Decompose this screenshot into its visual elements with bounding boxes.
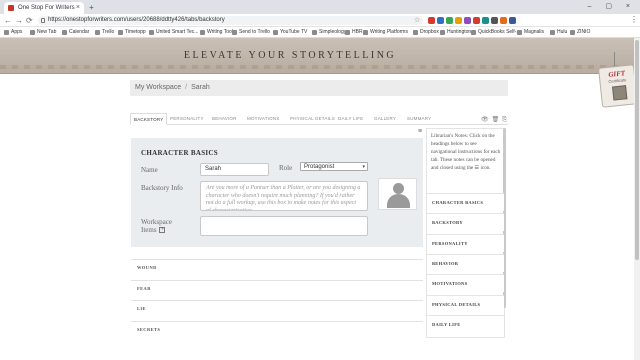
bookmark-item[interactable]: Timetopp bbox=[118, 27, 146, 38]
bookmarks-bar: Apps New Tab Calendar Trello Timetopp United … bbox=[0, 27, 640, 38]
back-icon[interactable]: ← bbox=[4, 16, 12, 25]
backstory-textarea[interactable]: Are you more of a Pantser than a Plotter… bbox=[200, 181, 368, 211]
breadcrumb-current: Sarah bbox=[191, 84, 210, 91]
extension-icon[interactable] bbox=[446, 17, 453, 24]
bookmark-item[interactable]: Hulu bbox=[550, 27, 567, 38]
bookmark-item[interactable]: Calendar bbox=[62, 27, 89, 38]
browser-tabstrip: One Stop For Writers × + – ▢ × bbox=[0, 0, 640, 14]
site-favicon-icon bbox=[8, 5, 14, 11]
new-tab-button[interactable]: + bbox=[87, 3, 96, 12]
bookmark-item[interactable]: Simpleology bbox=[312, 27, 346, 38]
delete-icon[interactable]: 🗑 bbox=[492, 117, 503, 123]
name-label: Name bbox=[141, 166, 158, 174]
bookmark-item[interactable]: Apps bbox=[4, 27, 22, 38]
reload-icon[interactable]: ⟳ bbox=[26, 16, 33, 25]
bookmark-item[interactable]: Huntington bbox=[440, 27, 471, 38]
sidebar-item-physical-details[interactable]: PHYSICAL DETAILS bbox=[427, 294, 504, 313]
view-icon[interactable]: 👁 bbox=[481, 117, 492, 123]
address-bar[interactable]: https://onestopforwriters.com/users/2068… bbox=[38, 16, 423, 25]
profile-tabs: BACKSTORY PERSONALITY BEHAVIOR MOTIVATIONS P… bbox=[130, 113, 508, 125]
extension-icon[interactable] bbox=[464, 17, 471, 24]
sidebar-item-daily-life[interactable]: DAILY LIFE bbox=[427, 314, 504, 333]
extension-icon[interactable] bbox=[455, 17, 462, 24]
forward-icon[interactable]: → bbox=[15, 16, 23, 25]
extension-icon[interactable] bbox=[509, 17, 516, 24]
tab-gallery[interactable]: GALLERY bbox=[374, 113, 396, 125]
backstory-label: Backstory Info bbox=[141, 184, 183, 192]
bookmark-item[interactable]: Magnalis bbox=[517, 27, 544, 38]
address-url: https://onestopforwriters.com/users/2068… bbox=[48, 17, 225, 23]
bookmark-item[interactable]: United Smart Tec... bbox=[149, 27, 198, 38]
extension-icon[interactable] bbox=[500, 17, 507, 24]
bookmark-item[interactable]: Dropbox bbox=[413, 27, 439, 38]
section-fear[interactable]: FEAR bbox=[131, 279, 423, 296]
bookmark-item[interactable]: Writing Tools bbox=[200, 27, 235, 38]
tab-summary[interactable]: SUMMARY bbox=[407, 113, 431, 125]
lock-icon bbox=[41, 18, 45, 23]
chevron-down-icon: ▾ bbox=[362, 164, 365, 170]
bookmark-item[interactable]: Trello bbox=[95, 27, 114, 38]
extension-icon[interactable] bbox=[473, 17, 480, 24]
extension-icon[interactable] bbox=[428, 17, 435, 24]
workspace-items-label: Workspace Items + bbox=[141, 218, 172, 234]
breadcrumb: My Workspace / Sarah bbox=[130, 80, 508, 96]
name-input[interactable]: Sarah bbox=[200, 163, 269, 176]
breadcrumb-separator: / bbox=[185, 84, 188, 91]
tab-daily-life[interactable]: DAILY LIFE bbox=[338, 113, 363, 125]
tab-backstory[interactable]: BACKSTORY bbox=[130, 113, 168, 125]
page-scrollbar-thumb[interactable] bbox=[635, 40, 639, 260]
extension-icon[interactable] bbox=[491, 17, 498, 24]
sidebar-item-character-basics[interactable]: CHARACTER BASICS bbox=[427, 193, 504, 211]
role-select[interactable]: Protagonist ▾ bbox=[300, 162, 368, 171]
tab-physical-details[interactable]: PHYSICAL DETAILS bbox=[290, 113, 335, 125]
avatar-head bbox=[393, 183, 404, 194]
sidebar-item-backstory[interactable]: BACKSTORY bbox=[427, 213, 504, 232]
section-secrets[interactable]: SECRETS bbox=[131, 320, 423, 337]
role-value: Protagonist bbox=[304, 164, 335, 170]
extension-icon[interactable] bbox=[437, 17, 444, 24]
browser-menu-icon[interactable]: ⋮ bbox=[630, 15, 638, 24]
breadcrumb-workspace-link[interactable]: My Workspace bbox=[135, 84, 181, 91]
bookmark-item[interactable]: Send to Trello bbox=[232, 27, 270, 38]
browser-toolbar: ← → ⟳ https://onestopforwriters.com/user… bbox=[0, 14, 640, 27]
bookmark-item[interactable]: New Tab bbox=[30, 27, 56, 38]
notes-toggle-icon[interactable]: ≡ bbox=[418, 128, 422, 135]
section-lie[interactable]: LIE bbox=[131, 300, 423, 316]
sidebar-item-motivations[interactable]: MOTIVATIONS bbox=[427, 274, 504, 293]
copy-icon[interactable]: ⎘ bbox=[502, 117, 510, 123]
bookmark-item[interactable]: ZINIO bbox=[570, 27, 590, 38]
browser-tab-title: One Stop For Writers bbox=[18, 5, 75, 11]
browser-tab[interactable]: One Stop For Writers × bbox=[4, 2, 84, 14]
bookmark-item[interactable]: HBR bbox=[345, 27, 363, 38]
workspace-label-line2: Items bbox=[141, 226, 157, 234]
workspace-label-line1: Workspace bbox=[141, 218, 172, 226]
close-tab-icon[interactable]: × bbox=[76, 2, 80, 14]
tab-behavior[interactable]: BEHAVIOR bbox=[212, 113, 237, 125]
tab-personality[interactable]: PERSONALITY bbox=[170, 113, 204, 125]
banner-title: ELEVATE YOUR STORYTELLING bbox=[183, 50, 397, 61]
extension-icon[interactable] bbox=[482, 17, 489, 24]
bookmark-item[interactable]: QuickBooks Self-... bbox=[471, 27, 521, 38]
add-workspace-item-icon[interactable]: + bbox=[159, 227, 166, 234]
gift-certificate-tag[interactable]: GIFT Certificate bbox=[598, 64, 638, 108]
avatar[interactable] bbox=[378, 178, 417, 210]
section-title: CHARACTER BASICS bbox=[141, 149, 218, 157]
tab-actions: 👁🗑⎘ bbox=[481, 116, 510, 124]
bookmark-item[interactable]: YouTube TV bbox=[273, 27, 307, 38]
window-controls[interactable]: – ▢ × bbox=[588, 2, 636, 10]
site-banner: ELEVATE YOUR STORYTELLING bbox=[0, 38, 640, 74]
bookmark-item[interactable]: Writing Platforms bbox=[363, 27, 408, 38]
section-wound[interactable]: WOUND bbox=[131, 259, 423, 275]
sidebar-item-personality[interactable]: PERSONALITY bbox=[427, 233, 504, 252]
gift-image bbox=[612, 85, 628, 101]
tab-motivations[interactable]: MOTIVATIONS bbox=[247, 113, 280, 125]
bookmark-star-icon[interactable]: ☆ bbox=[414, 16, 420, 24]
librarian-note: Librarian's Notes: Click on the headings… bbox=[431, 133, 501, 171]
workspace-items-input[interactable] bbox=[200, 216, 368, 236]
avatar-body bbox=[387, 194, 410, 208]
sidebar-item-behavior[interactable]: BEHAVIOR bbox=[427, 253, 504, 272]
role-label: Role bbox=[279, 164, 293, 172]
